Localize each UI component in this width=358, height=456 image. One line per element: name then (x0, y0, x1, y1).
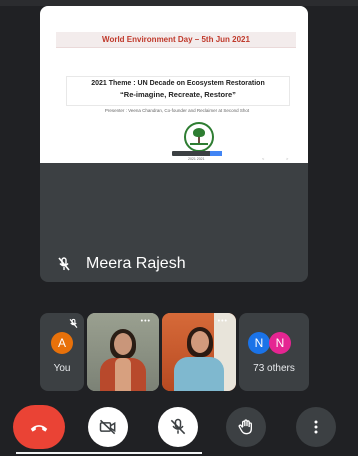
slide-next-icon: > (286, 156, 289, 161)
others-tile[interactable]: N N 73 others (239, 313, 309, 391)
mic-off-icon (168, 417, 188, 437)
shared-slide: World Environment Day – 5th Jun 2021 202… (40, 6, 308, 163)
mic-toggle-button[interactable] (158, 407, 198, 447)
presenter-name-row: Meera Rajesh (56, 255, 186, 273)
slide-theme-box: 2021 Theme : UN Decade on Ecosystem Rest… (66, 76, 290, 106)
tree-logo-icon (184, 122, 214, 152)
slide-banner: World Environment Day – 5th Jun 2021 (56, 32, 296, 48)
participant-avatar: N (269, 332, 291, 354)
others-count: 73 others (253, 363, 295, 374)
camera-off-icon (98, 417, 118, 437)
camera-toggle-button[interactable] (88, 407, 128, 447)
more-options-icon[interactable]: ••• (218, 318, 228, 325)
raise-hand-button[interactable] (226, 407, 266, 447)
more-options-button[interactable] (296, 407, 336, 447)
more-options-icon[interactable]: ••• (141, 318, 151, 325)
self-tile[interactable]: A You (40, 313, 84, 391)
slide-toolbar (172, 151, 222, 156)
participant-tile[interactable]: ••• (87, 313, 159, 391)
mic-off-icon (68, 318, 79, 329)
mic-off-icon (56, 256, 72, 272)
self-label: You (53, 363, 71, 374)
more-vertical-icon (306, 417, 326, 437)
participant-avatar: N (248, 332, 270, 354)
slide-prev-icon: < (262, 156, 265, 161)
slide-date: 2021 2021 (188, 157, 205, 161)
end-call-button[interactable] (13, 405, 65, 449)
self-avatar: A (51, 332, 73, 354)
slide-theme: 2021 Theme : UN Decade on Ecosystem Rest… (91, 80, 265, 87)
slide-presenter: Presenter : Veena Chandran, Co-founder a… (104, 108, 250, 113)
presentation-tile[interactable]: World Environment Day – 5th Jun 2021 202… (40, 6, 308, 282)
hand-icon (236, 417, 256, 437)
participant-tile[interactable]: ••• (162, 313, 236, 391)
phone-hangup-icon (28, 416, 50, 438)
presenter-name: Meera Rajesh (86, 255, 186, 272)
home-indicator (16, 452, 202, 454)
slide-quote: “Re-imagine, Recreate, Restore” (120, 90, 236, 99)
